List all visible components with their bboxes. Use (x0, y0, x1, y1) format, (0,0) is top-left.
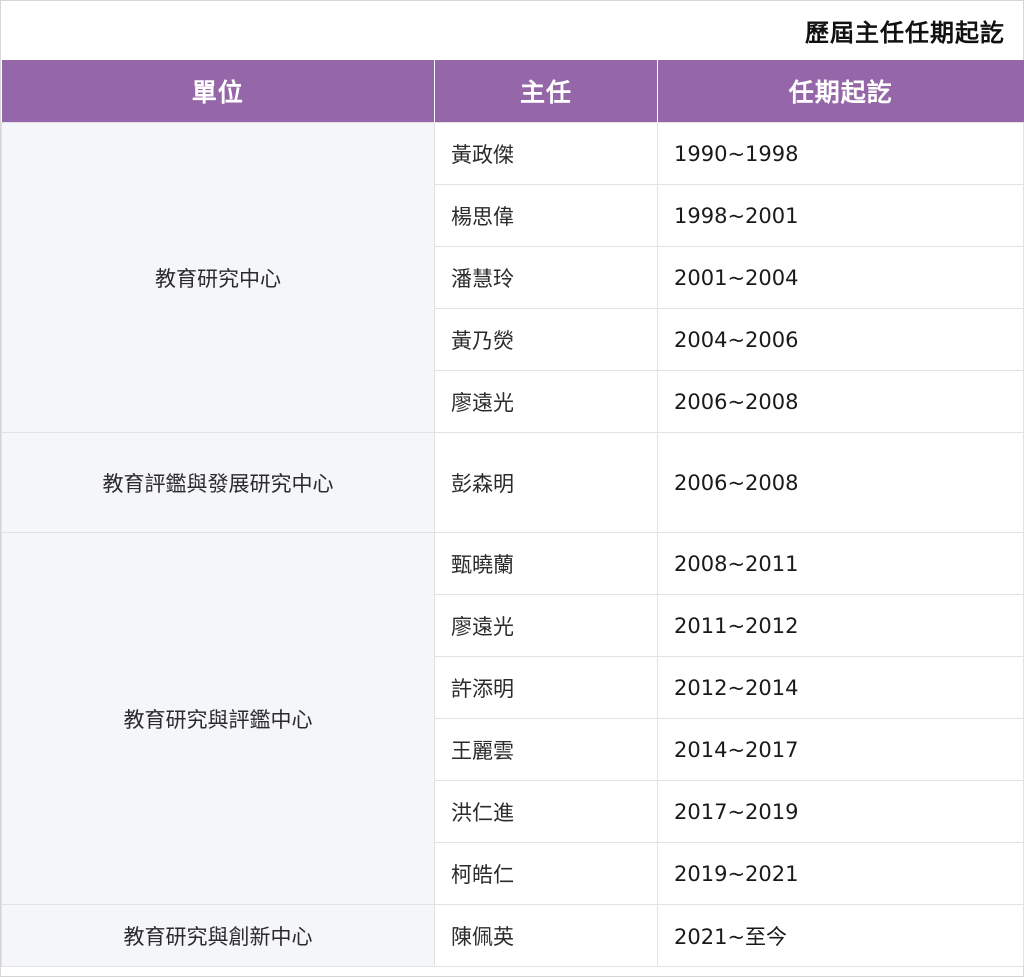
term-range: 1990~1998 (657, 122, 1024, 185)
director-name: 甄曉蘭 (434, 532, 658, 595)
director-name: 黃政傑 (434, 122, 658, 185)
table-row: 教育研究中心 黃政傑 1990~1998 (1, 122, 1024, 433)
table-title: 歷屆主任任期起訖 (805, 19, 1005, 47)
director-name: 楊思偉 (434, 184, 658, 247)
directors-table: 單位 主任 任期起訖 教育研究中心 黃政傑 1990~1998 楊思偉 1998… (1, 60, 1024, 967)
unit-cell: 教育評鑑與發展研究中心 (1, 432, 435, 533)
director-name: 廖遠光 (434, 594, 658, 657)
term-range: 2001~2004 (657, 246, 1024, 309)
term-range: 2014~2017 (657, 718, 1024, 781)
table-row: 教育研究與創新中心 陳佩英 2021~至今 (1, 904, 1024, 967)
header-row: 單位 主任 任期起訖 (1, 60, 1024, 123)
director-name: 廖遠光 (434, 370, 658, 433)
header-unit: 單位 (1, 60, 435, 123)
director-name: 許添明 (434, 656, 658, 719)
term-range: 2012~2014 (657, 656, 1024, 719)
term-range: 2021~至今 (657, 904, 1024, 967)
term-range: 2011~2012 (657, 594, 1024, 657)
header-term: 任期起訖 (657, 60, 1024, 123)
term-range: 2006~2008 (657, 432, 1024, 533)
director-name: 王麗雲 (434, 718, 658, 781)
term-range: 2019~2021 (657, 842, 1024, 905)
header-director: 主任 (434, 60, 658, 123)
unit-cell: 教育研究與創新中心 (1, 904, 435, 967)
term-range: 2008~2011 (657, 532, 1024, 595)
director-name: 潘慧玲 (434, 246, 658, 309)
term-range: 2004~2006 (657, 308, 1024, 371)
term-range: 2006~2008 (657, 370, 1024, 433)
director-name: 彭森明 (434, 432, 658, 533)
director-name: 洪仁進 (434, 780, 658, 843)
director-name: 陳佩英 (434, 904, 658, 967)
unit-cell: 教育研究與評鑑中心 (1, 532, 435, 905)
unit-cell: 教育研究中心 (1, 122, 435, 433)
term-range: 2017~2019 (657, 780, 1024, 843)
table-row: 教育評鑑與發展研究中心 彭森明 2006~2008 (1, 432, 1024, 533)
term-range: 1998~2001 (657, 184, 1024, 247)
director-name: 黃乃熒 (434, 308, 658, 371)
director-name: 柯皓仁 (434, 842, 658, 905)
table-row: 教育研究與評鑑中心 甄曉蘭 2008~2011 (1, 532, 1024, 905)
directors-table-frame: 歷屆主任任期起訖 單位 主任 任期起訖 教育研究中心 黃政傑 1990~1998… (0, 0, 1024, 977)
